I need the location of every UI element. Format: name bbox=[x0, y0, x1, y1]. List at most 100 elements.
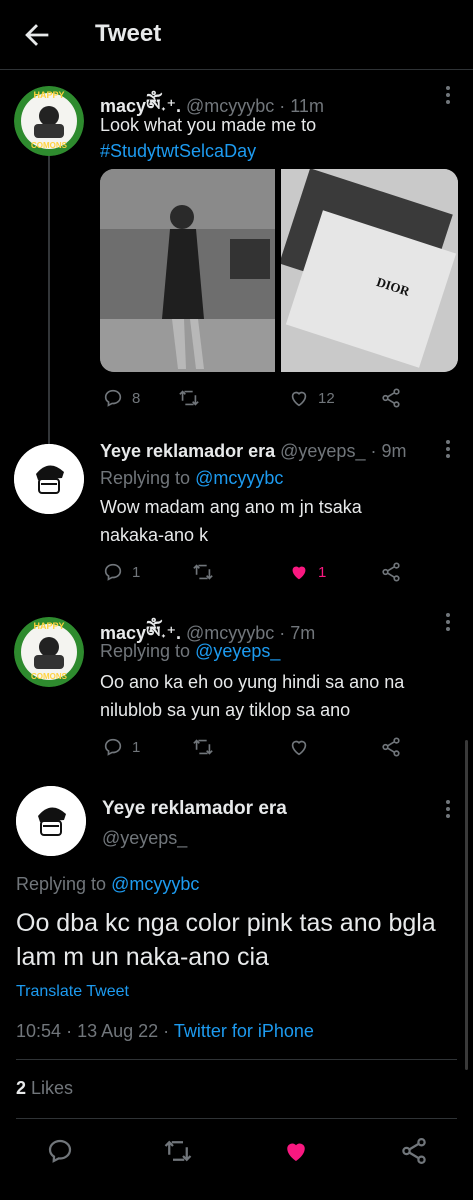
tweet-header: Yeye reklamador era @yeyeps_ · 9m bbox=[100, 441, 406, 462]
tweet-text-line: nakaka-ano k bbox=[100, 525, 209, 545]
tweet-1[interactable]: HAPPY COMONS macyༀ˖⁺. @mcyyybc · 11m Loo… bbox=[0, 70, 473, 444]
media-grid[interactable]: DIOR bbox=[100, 169, 458, 372]
reply-icon[interactable] bbox=[45, 1136, 75, 1166]
scrollbar[interactable] bbox=[465, 740, 468, 1070]
handle[interactable]: @mcyyybc bbox=[186, 623, 274, 643]
main-tweet-actions bbox=[0, 1136, 473, 1168]
heart-outline-icon bbox=[291, 391, 307, 407]
tweet-actions: 8 12 bbox=[100, 384, 440, 412]
main-tweet-text: Oo dba kc nga color pink tas ano bgla la… bbox=[16, 909, 436, 971]
share-icon[interactable] bbox=[399, 1136, 429, 1166]
share-button[interactable] bbox=[380, 733, 402, 761]
avatar[interactable]: HAPPY COMONS bbox=[14, 86, 84, 156]
like-button[interactable] bbox=[288, 733, 310, 761]
share-icon bbox=[382, 737, 400, 757]
timestamp[interactable]: · 9m bbox=[370, 441, 406, 461]
replying-prefix: Replying to bbox=[16, 874, 107, 894]
replying-to: Replying to @mcyyybc bbox=[100, 468, 283, 489]
reply-button[interactable]: 8 bbox=[102, 384, 140, 412]
tweet-text-line: Look what you made me to bbox=[100, 115, 317, 135]
tweet-3[interactable]: HAPPY COMONS macyༀ˖⁺. @mcyyybc · 7m Repl… bbox=[0, 605, 473, 780]
like-button[interactable]: 1 bbox=[288, 558, 326, 586]
share-icon bbox=[382, 562, 400, 582]
tweet-text-line: Wow madam ang ano m jn tsaka bbox=[100, 497, 362, 517]
avatar-text-top: HAPPY bbox=[33, 90, 64, 100]
heart-filled-icon[interactable] bbox=[281, 1136, 311, 1166]
heart-outline-icon bbox=[291, 740, 307, 756]
replying-to: Replying to @yeyeps_ bbox=[100, 641, 280, 662]
share-button[interactable] bbox=[380, 558, 402, 586]
display-name[interactable]: macyༀ˖⁺. bbox=[100, 96, 181, 116]
avatar-text-bottom: COMONS bbox=[31, 141, 68, 150]
reply-count: 1 bbox=[132, 738, 141, 756]
retweet-button[interactable] bbox=[192, 733, 214, 761]
meta-separator: · bbox=[163, 1021, 174, 1041]
more-icon[interactable] bbox=[445, 86, 451, 108]
display-name[interactable]: Yeye reklamador era bbox=[100, 441, 275, 461]
avatar-text-top: HAPPY bbox=[33, 621, 64, 631]
retweet-icon bbox=[179, 390, 199, 406]
main-handle[interactable]: @yeyeps_ bbox=[102, 828, 187, 849]
reply-icon bbox=[104, 389, 122, 407]
retweet-icon bbox=[193, 739, 213, 755]
share-icon bbox=[382, 388, 400, 408]
more-icon[interactable] bbox=[445, 613, 451, 635]
thread-line bbox=[48, 154, 50, 444]
tweet-text-line: nilublob sa yun ay tiklop sa ano bbox=[100, 700, 351, 720]
likes-count-link[interactable]: 2 Likes bbox=[16, 1078, 73, 1099]
display-name[interactable]: macyༀ˖⁺. bbox=[100, 623, 181, 643]
likes-number: 2 bbox=[16, 1078, 27, 1098]
replying-to: Replying to @mcyyybc bbox=[16, 874, 199, 895]
heart-filled-icon bbox=[292, 566, 306, 580]
top-bar: Tweet bbox=[0, 0, 473, 70]
like-count: 12 bbox=[318, 389, 335, 407]
retweet-icon[interactable] bbox=[163, 1136, 193, 1166]
like-count: 1 bbox=[318, 563, 327, 581]
reply-button[interactable]: 1 bbox=[102, 733, 140, 761]
share-button[interactable] bbox=[380, 384, 402, 412]
tweet-date[interactable]: 13 Aug 22 bbox=[77, 1021, 158, 1041]
reply-icon bbox=[104, 738, 122, 756]
meta-separator: · bbox=[66, 1021, 78, 1041]
like-button[interactable]: 12 bbox=[288, 384, 335, 412]
translate-link[interactable]: Translate Tweet bbox=[16, 983, 129, 1001]
tweet-actions: 1 1 bbox=[100, 558, 440, 586]
handle[interactable]: @yeyeps_ bbox=[280, 441, 365, 461]
tweet-actions: 1 bbox=[100, 733, 440, 761]
tweet-2[interactable]: Yeye reklamador era @yeyeps_ · 9m Replyi… bbox=[0, 430, 473, 605]
main-avatar[interactable] bbox=[16, 786, 86, 856]
media-photo-2[interactable]: DIOR bbox=[279, 169, 458, 372]
main-display-name[interactable]: Yeye reklamador era bbox=[102, 798, 287, 820]
avatar-text-bottom: COMONS bbox=[31, 672, 68, 681]
retweet-icon bbox=[193, 564, 213, 580]
replying-prefix: Replying to bbox=[100, 468, 191, 488]
retweet-button[interactable] bbox=[178, 384, 200, 412]
reply-count: 1 bbox=[132, 563, 141, 581]
divider bbox=[16, 1118, 457, 1119]
more-icon[interactable] bbox=[445, 440, 451, 462]
reply-icon bbox=[104, 563, 122, 581]
tweet-time[interactable]: 10:54 bbox=[16, 1021, 61, 1041]
hashtag-link[interactable]: #StudytwtSelcaDay bbox=[100, 141, 256, 162]
tweet-source-link[interactable]: Twitter for iPhone bbox=[174, 1021, 314, 1041]
replying-to-link[interactable]: @yeyeps_ bbox=[195, 641, 280, 661]
more-icon[interactable] bbox=[445, 800, 451, 822]
timestamp[interactable]: · 7m bbox=[279, 623, 315, 643]
handle[interactable]: @mcyyybc bbox=[186, 96, 274, 116]
avatar[interactable]: HAPPY COMONS bbox=[14, 617, 84, 687]
replying-prefix: Replying to bbox=[100, 641, 191, 661]
replying-to-link[interactable]: @mcyyybc bbox=[111, 874, 199, 894]
back-arrow-icon[interactable] bbox=[20, 18, 54, 52]
tweet-meta: 10:54 · 13 Aug 22 · Twitter for iPhone bbox=[16, 1021, 314, 1042]
likes-label: Likes bbox=[31, 1078, 74, 1098]
avatar[interactable] bbox=[14, 444, 84, 514]
media-photo-1[interactable] bbox=[100, 169, 275, 372]
replying-to-link[interactable]: @mcyyybc bbox=[195, 468, 283, 488]
retweet-button[interactable] bbox=[192, 558, 214, 586]
tweet-text-line: Oo ano ka eh oo yung hindi sa ano na bbox=[100, 672, 405, 692]
divider bbox=[16, 1059, 457, 1060]
timestamp[interactable]: · 11m bbox=[279, 96, 324, 116]
reply-count: 8 bbox=[132, 389, 141, 407]
page-title: Tweet bbox=[95, 20, 162, 47]
reply-button[interactable]: 1 bbox=[102, 558, 140, 586]
